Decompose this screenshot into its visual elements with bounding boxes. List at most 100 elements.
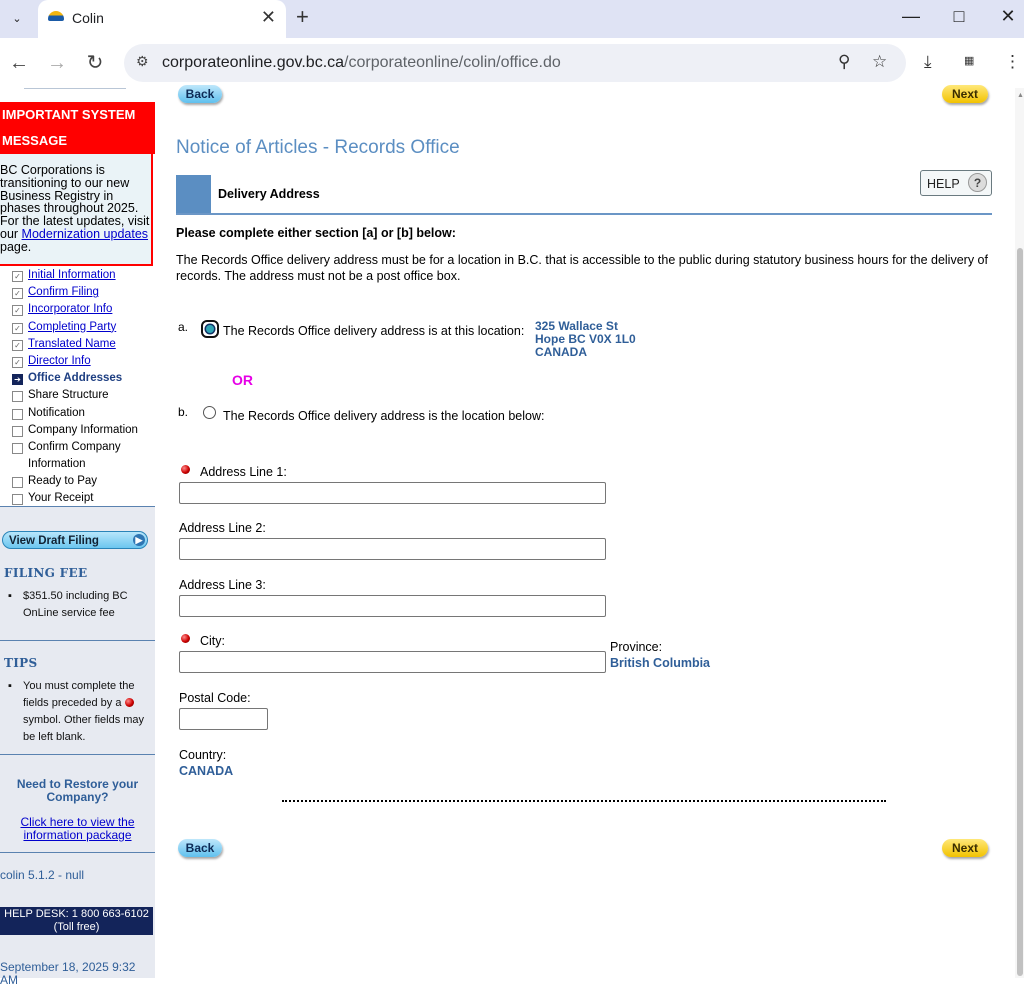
sidebar-step-item: Information [10,457,155,474]
sidebar-step-label: Your Receipt [28,492,94,505]
checkbox-checked-icon: ✓ [12,339,23,351]
next-button[interactable]: Next [942,85,988,103]
checkbox-checked-icon: ✓ [12,356,23,368]
sidebar-divider [0,852,155,853]
country-value: CANADA [179,764,234,778]
sidebar-step-item[interactable]: ✓ Initial Information [10,268,155,285]
sidebar-step-item: Ready to Pay [10,474,155,491]
scrollbar-thumb[interactable] [1017,248,1023,976]
tips-title: TIPS [4,656,38,670]
view-draft-filing-button[interactable]: View Draft Filing ▶ [2,531,148,549]
minimize-icon[interactable]: — [896,6,926,27]
close-window-icon[interactable]: ✕ [993,6,1023,27]
view-draft-label: View Draft Filing [9,535,99,547]
checkbox-empty-icon [12,391,23,403]
arrow-right-icon: ▶ [133,534,145,546]
sidebar-divider [0,754,155,755]
forward-arrow-icon[interactable]: → [44,50,70,76]
checkbox-empty-icon [12,425,23,437]
sidebar-step-item[interactable]: ✓ Director Info [10,354,155,371]
address1-label: Address Line 1: [200,465,287,479]
section-header-block [176,175,211,213]
sidebar-divider [24,88,126,89]
sidebar-step-label: Ready to Pay [28,475,98,488]
sidebar-step-item: Share Structure [10,388,155,405]
city-input[interactable] [179,651,606,673]
option-b-radio[interactable] [203,406,216,419]
sidebar-step-item: Confirm Company [10,440,155,457]
extension-icon[interactable]: ▦ [964,54,974,67]
browser-tab[interactable]: Colin ✕ [38,0,286,38]
sidebar-step-label: Company Information [28,423,138,436]
postal-code-label: Postal Code: [179,691,251,705]
sidebar-step-item[interactable]: ✓ Translated Name [10,337,155,354]
browser-tab-bar: ⌄ Colin ✕ + — □ ✕ [0,0,1024,38]
restore-info-link[interactable]: Click here to view the information packa… [0,816,155,841]
help-button[interactable]: HELP ? [920,170,992,196]
tips-text-1: You must complete the fields preceded by… [23,680,135,709]
close-tab-icon[interactable]: ✕ [261,7,276,28]
checkbox-checked-icon: ✓ [12,322,23,334]
description-text: The Records Office delivery address must… [176,253,988,283]
site-info-icon[interactable]: ⚙ [136,53,149,70]
reload-icon[interactable]: ↻ [82,50,108,76]
filing-fee-text: $351.50 including BC OnLine service fee [23,590,128,619]
address-line-3-input[interactable] [179,595,606,617]
address-line-2-input[interactable] [179,538,606,560]
address-line-1-input[interactable] [179,482,606,504]
bc-favicon-icon [48,11,64,21]
scroll-up-arrow-icon[interactable]: ▲ [1017,92,1024,99]
checkbox-empty-icon [12,442,23,454]
dotted-divider [282,800,886,802]
help-label: HELP [927,177,960,191]
filing-fee-title: FILING FEE [4,566,88,580]
sidebar-step-label: Office Addresses [28,372,123,385]
location-pin-icon[interactable]: ⚲ [838,52,850,72]
sidebar-divider [0,640,155,641]
kebab-menu-icon[interactable]: ⋮ [1004,52,1021,72]
download-icon[interactable]: ⤓ [924,52,932,72]
option-a-radio[interactable] [201,320,219,338]
checkbox-empty-icon [12,477,23,489]
tips-item: ▪ You must complete the fields preceded b… [8,678,148,746]
help-question-icon: ? [968,173,987,192]
option-b-letter: b. [178,405,189,419]
filing-steps-list: ✓ Initial Information ✓ Confirm Filing ✓ Inco… [10,268,155,509]
sidebar-step-item[interactable]: ✓ Incorporator Info [10,302,155,319]
or-separator: OR [232,372,253,388]
modernization-updates-link[interactable]: Modernization updates [22,227,148,241]
new-tab-icon[interactable]: + [296,4,309,30]
sidebar-step-label[interactable]: Director Info [28,354,91,369]
maximize-icon[interactable]: □ [944,6,974,27]
back-arrow-icon[interactable]: ← [6,50,32,76]
url-host: corporateonline.gov.bc.ca [162,54,345,71]
url-text[interactable]: corporateonline.gov.bc.ca/corporateonlin… [162,54,561,72]
next-button-bottom[interactable]: Next [942,839,988,857]
option-a-text: The Records Office delivery address is a… [223,324,525,338]
sidebar-step-label[interactable]: Incorporator Info [28,302,112,317]
address2-label: Address Line 2: [179,521,266,535]
sidebar-step-item[interactable]: ✓ Completing Party [10,320,155,337]
bullet: ▪ [8,680,12,692]
tips-text-2: symbol. Other fields may be left blank. [23,714,145,743]
sidebar-step-label[interactable]: Initial Information [28,268,116,283]
registered-address: 325 Wallace St Hope BC V0X 1L0 CANADA [535,320,636,359]
system-message-title-2: MESSAGE [2,133,68,148]
sidebar-step-item[interactable]: ✓ Confirm Filing [10,285,155,302]
back-button-bottom[interactable]: Back [178,839,222,857]
address-bar[interactable]: ⚙ corporateonline.gov.bc.ca/corporateonl… [124,44,906,82]
back-button[interactable]: Back [178,85,222,103]
sidebar-step-label[interactable]: Completing Party [28,320,116,335]
sidebar-step-label[interactable]: Translated Name [28,337,116,352]
bookmark-star-icon[interactable]: ☆ [872,52,887,72]
system-message-tail: page. [0,239,32,254]
helpdesk-phone: HELP DESK: 1 800 663-6102 [4,908,149,920]
page-scrollbar[interactable]: ▲ [1015,88,1024,978]
required-dot-icon [181,634,190,643]
url-path: /corporateonline/colin/office.do [344,54,561,71]
postal-code-input[interactable] [179,708,268,730]
country-label: Country: [179,748,227,762]
tab-search-chevron-icon[interactable]: ⌄ [6,8,28,30]
sidebar-step-label[interactable]: Confirm Filing [28,285,99,300]
province-label: Province: [610,640,663,654]
